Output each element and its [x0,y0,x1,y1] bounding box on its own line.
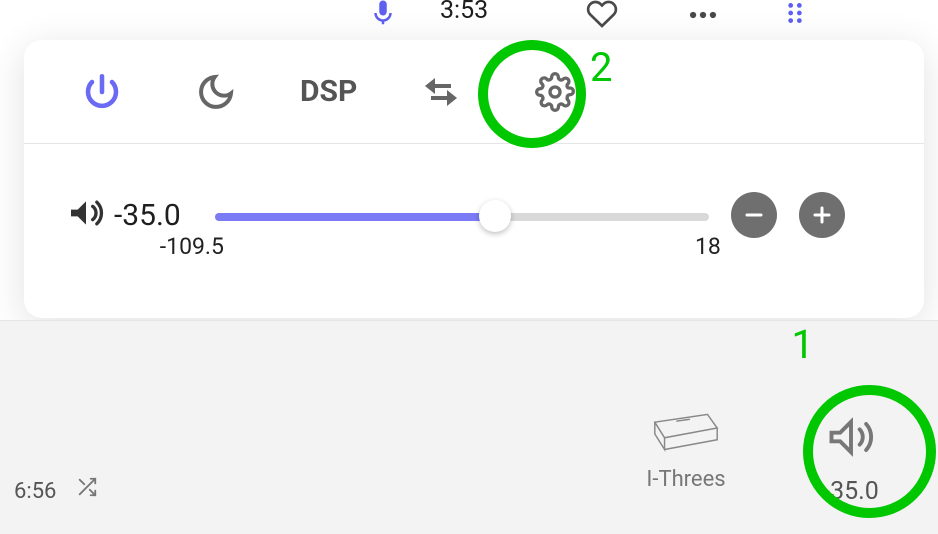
slider-min-label: -109.5 [160,233,224,260]
device-icon [647,403,725,455]
volume-increase-button[interactable] [799,192,845,238]
drag-handle-icon[interactable] [782,0,808,30]
device-label: I-Threes [626,467,746,492]
volume-icon [66,193,106,237]
bottom-bar: 6:56 I-Threes -35.0 [0,320,938,534]
settings-gear-icon[interactable] [525,62,585,122]
volume-slider[interactable]: -109.5 18 [215,195,709,235]
status-volume-value: -35.0 [796,477,906,506]
output-device[interactable]: I-Threes [626,403,746,492]
slider-thumb[interactable] [479,200,511,232]
more-icon[interactable] [686,0,720,36]
moon-icon[interactable] [186,62,246,122]
track-time: 3:53 [440,0,488,25]
elapsed-time: 6:56 [14,479,56,504]
volume-value: -35.0 [114,198,181,233]
power-button[interactable] [72,62,132,122]
volume-decrease-button[interactable] [731,192,777,238]
mic-icon[interactable] [368,0,398,32]
status-volume[interactable]: -35.0 [796,411,906,506]
dsp-button[interactable]: DSP [300,74,357,109]
volume-panel: DSP -35.0 -109.5 18 [24,40,924,318]
slider-max-label: 18 [695,233,721,260]
swap-icon[interactable] [411,62,471,122]
shuffle-icon[interactable] [76,476,98,502]
favorite-icon[interactable] [586,0,618,34]
speaker-icon [816,411,886,463]
